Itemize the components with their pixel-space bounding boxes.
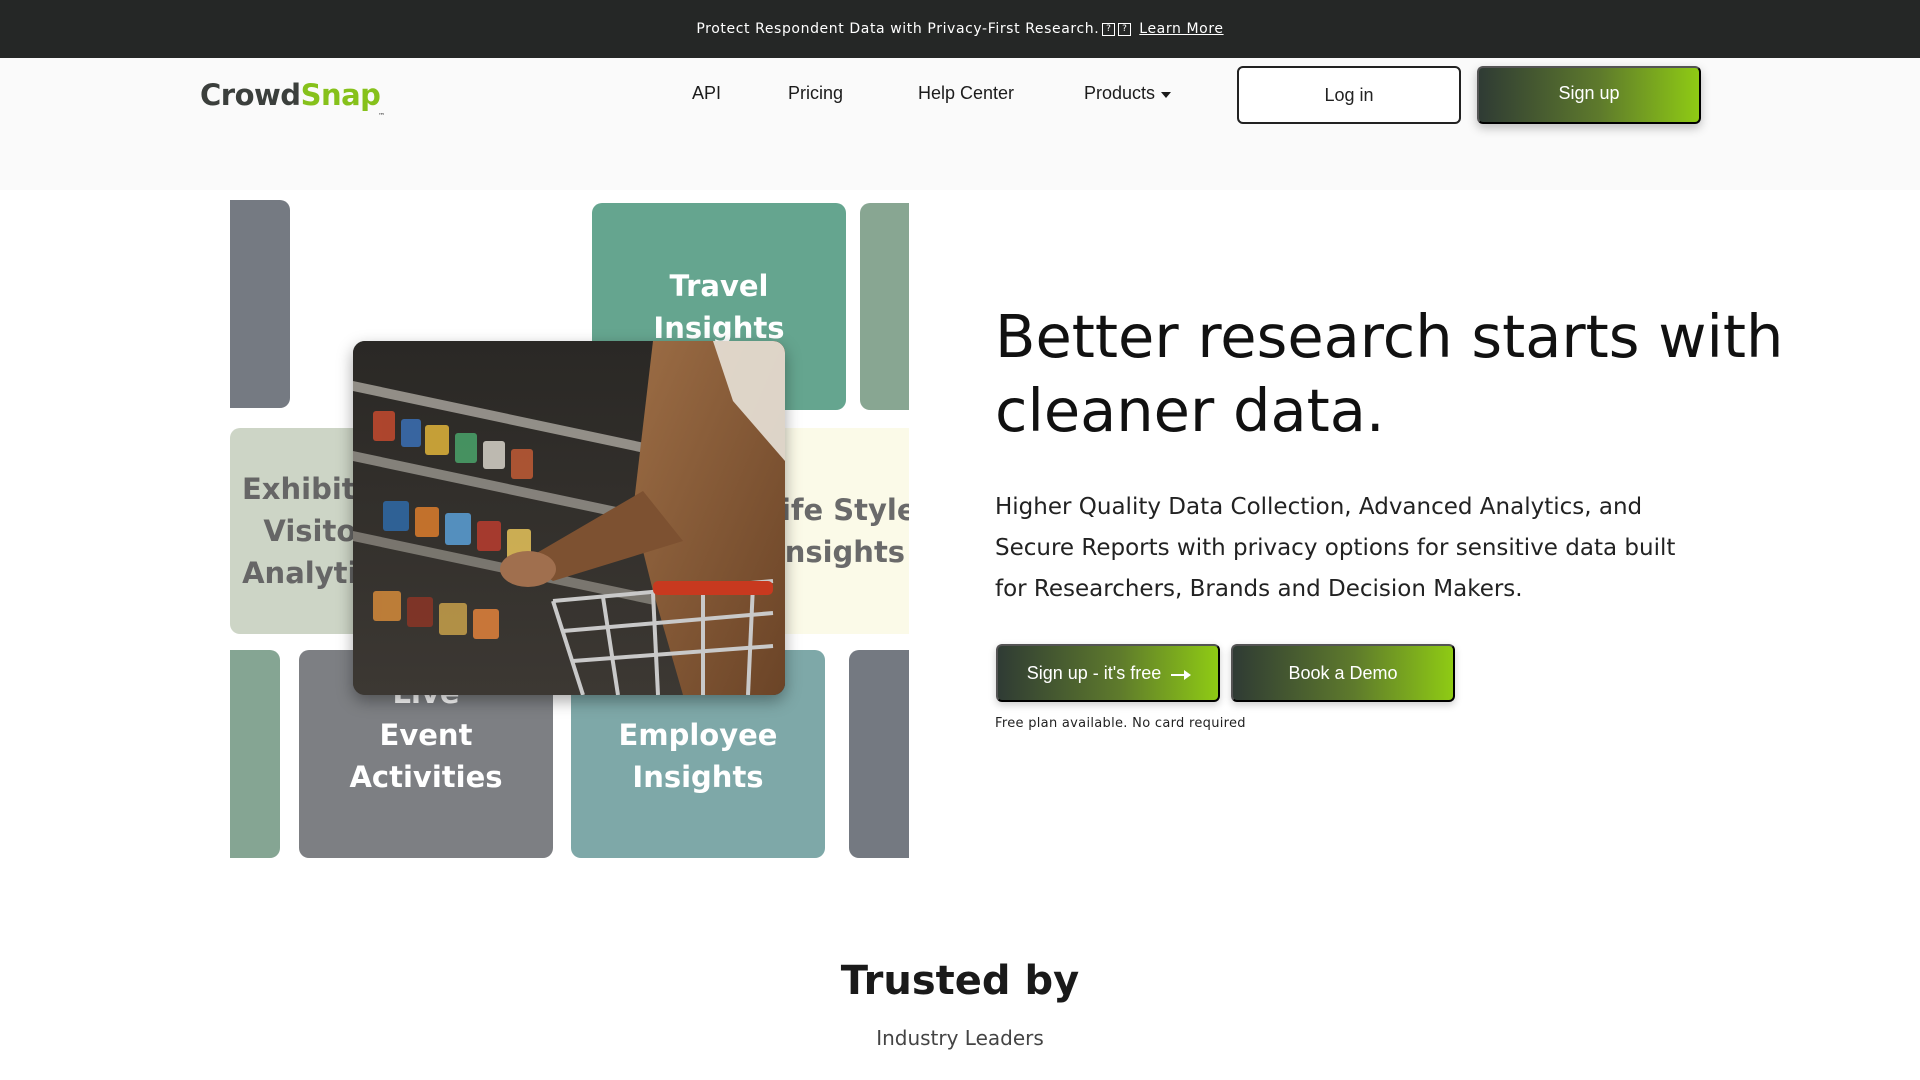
announcement-bar: Protect Respondent Data with Privacy-Fir…: [0, 0, 1920, 58]
caret-down-icon: [1161, 91, 1172, 98]
signup-free-button[interactable]: Sign up - it's free: [996, 644, 1220, 702]
trusted-by-subtitle: Industry Leaders: [876, 1026, 1044, 1050]
arrow-right-icon: [1171, 669, 1192, 680]
collage-tile-green-edge: [860, 203, 909, 410]
grocery-shelf-illustration: [353, 341, 785, 695]
nav-products-dropdown[interactable]: Products: [1084, 83, 1172, 104]
crowdsnap-logo[interactable]: CrowdSnap ™: [200, 78, 385, 120]
nav-products-label: Products: [1084, 83, 1156, 103]
nav-api[interactable]: API: [692, 83, 721, 104]
collage-tile-gray-edge: [230, 200, 290, 408]
nav-help-center[interactable]: Help Center: [918, 83, 1014, 104]
nav-pricing[interactable]: Pricing: [788, 83, 843, 104]
hero-subtitle: Higher Quality Data Collection, Advanced…: [995, 494, 1676, 602]
site-header: CrowdSnap ™ API Pricing Help Center Produ…: [0, 58, 1920, 190]
unknown-glyph-icon: ?: [1118, 22, 1132, 36]
collage-tile-gray-edge-bottom: [849, 650, 909, 858]
unknown-glyph-icon: ?: [1102, 22, 1116, 36]
announcement-text: Protect Respondent Data with Privacy-Fir…: [696, 21, 1100, 37]
book-demo-button[interactable]: Book a Demo: [1231, 644, 1455, 702]
trusted-by-title: Trusted by: [840, 958, 1080, 1004]
signup-free-label: Sign up - it's free: [1026, 662, 1162, 683]
logo-text-crowd: Crowd: [200, 78, 301, 112]
hero-title: Better research starts with cleaner data…: [995, 302, 1784, 445]
signup-button[interactable]: Sign up: [1477, 66, 1701, 124]
tile-label: Travel Insights: [653, 269, 785, 345]
category-collage: Travel Insights Exhibition Visitor Analy…: [230, 200, 909, 860]
trademark-mark: ™: [377, 112, 385, 120]
tile-label: Employee Insights: [618, 718, 778, 794]
shopping-cart-photo: [353, 341, 785, 695]
logo-text-snap: Snap: [300, 78, 381, 112]
login-button[interactable]: Log in: [1237, 66, 1461, 124]
free-plan-note: Free plan available. No card required: [995, 716, 1246, 731]
collage-tile-green-edge-bottom: [230, 650, 280, 858]
learn-more-link[interactable]: Learn More: [1139, 21, 1223, 37]
